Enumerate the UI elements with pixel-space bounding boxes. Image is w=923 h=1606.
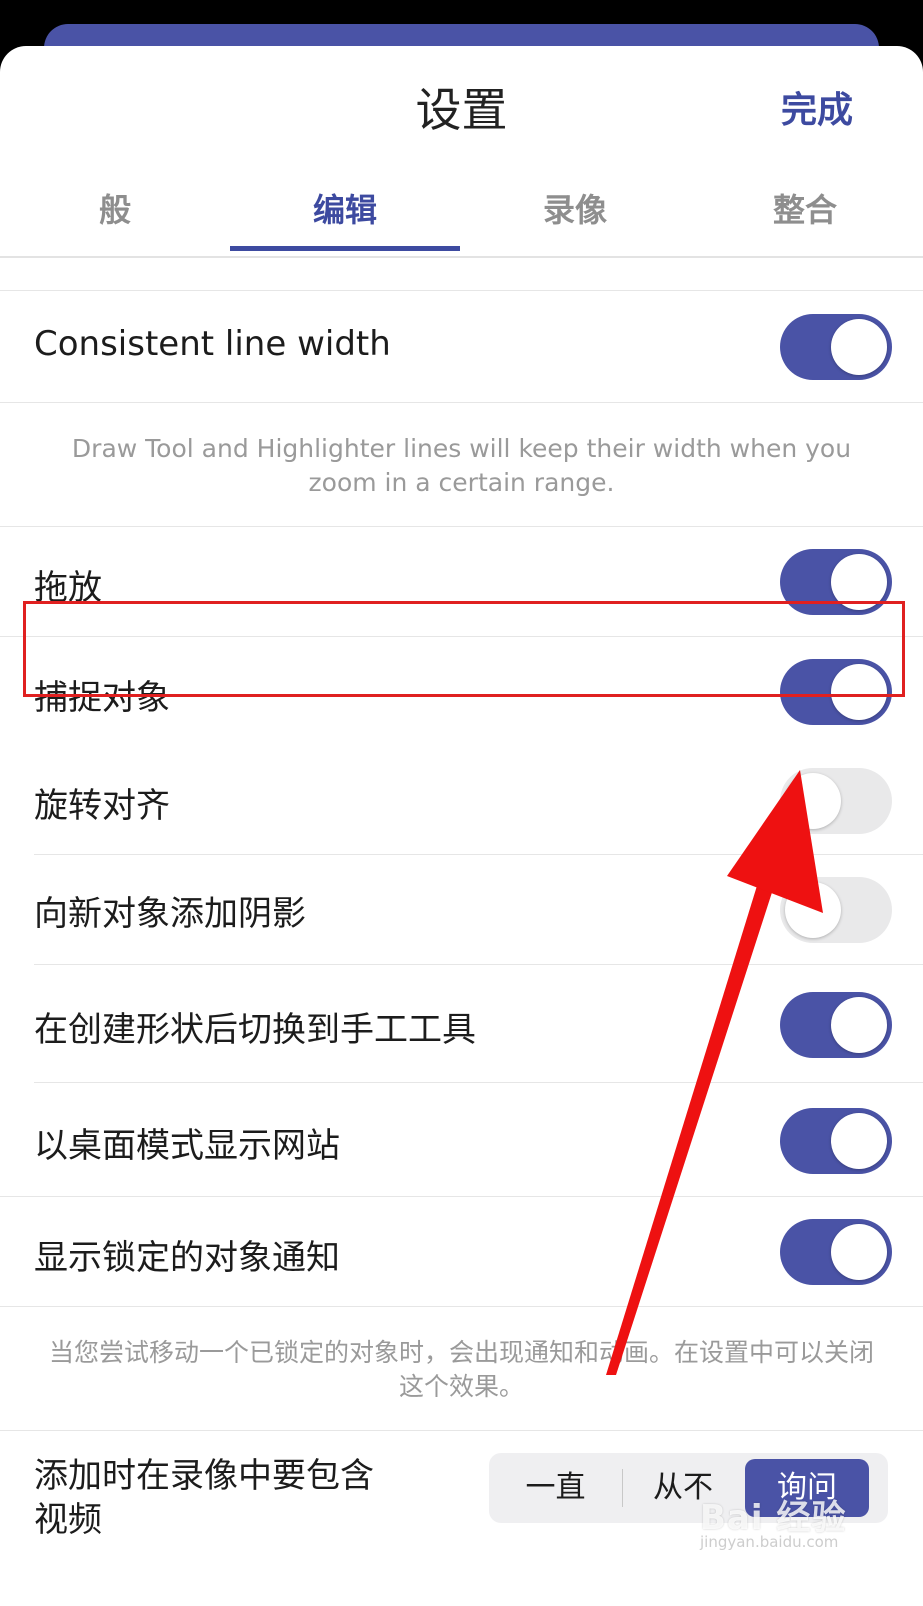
toggle-knob: [831, 1224, 887, 1280]
divider: [34, 1082, 923, 1083]
consistent-line-width-label: Consistent line width: [34, 324, 391, 364]
rotate-align-toggle[interactable]: [780, 768, 892, 834]
baidu-watermark-url: jingyan.baidu.com: [700, 1533, 839, 1551]
divider: [0, 290, 923, 291]
tab-integration[interactable]: 整合: [690, 166, 920, 254]
locked-notice-label: 显示锁定的对象通知: [34, 1238, 340, 1278]
tab-recording[interactable]: 录像: [460, 166, 690, 254]
consistent-line-width-note: Draw Tool and Highlighter lines will kee…: [71, 434, 852, 497]
locked-notice-toggle[interactable]: [780, 1219, 892, 1285]
tab-general[interactable]: 般: [0, 166, 230, 254]
include-video-label: 添加时在录像中要包含 视频: [34, 1454, 374, 1542]
option-always[interactable]: 一直: [489, 1453, 622, 1523]
divider: [0, 1306, 923, 1307]
tab-edit[interactable]: 编辑: [230, 166, 460, 254]
divider: [34, 964, 923, 965]
toggle-knob: [831, 1113, 887, 1169]
add-shadow-toggle[interactable]: [780, 877, 892, 943]
baidu-watermark: Bai 经验: [700, 1498, 847, 1538]
include-video-label-line2: 视频: [34, 1500, 102, 1540]
done-button[interactable]: 完成: [781, 86, 853, 136]
rotate-align-label: 旋转对齐: [34, 786, 170, 826]
tab-bar: 般 编辑 录像 整合: [0, 166, 923, 258]
toggle-knob: [785, 882, 841, 938]
divider: [0, 1430, 923, 1431]
divider: [0, 402, 923, 403]
divider: [0, 526, 923, 527]
active-tab-indicator: [230, 246, 460, 251]
toggle-knob: [785, 773, 841, 829]
add-shadow-label: 向新对象添加阴影: [34, 894, 306, 934]
desktop-mode-label: 以桌面模式显示网站: [34, 1126, 340, 1166]
locked-notice-note: 当您尝试移动一个已锁定的对象时，会出现通知和动画。在设置中可以关闭这个效果。: [48, 1338, 874, 1401]
settings-sheet: 设置 完成 般 编辑 录像 整合 Consistent line width D…: [0, 46, 923, 1606]
switch-hand-tool-toggle[interactable]: [780, 992, 892, 1058]
consistent-line-width-toggle[interactable]: [780, 314, 892, 380]
switch-hand-tool-label: 在创建形状后切换到手工工具: [34, 1010, 476, 1050]
divider: [0, 1196, 923, 1197]
highlight-box: [23, 601, 905, 697]
include-video-label-line1: 添加时在录像中要包含: [34, 1456, 374, 1496]
divider: [34, 854, 923, 855]
toggle-knob: [831, 997, 887, 1053]
desktop-mode-toggle[interactable]: [780, 1108, 892, 1174]
toggle-knob: [831, 319, 887, 375]
